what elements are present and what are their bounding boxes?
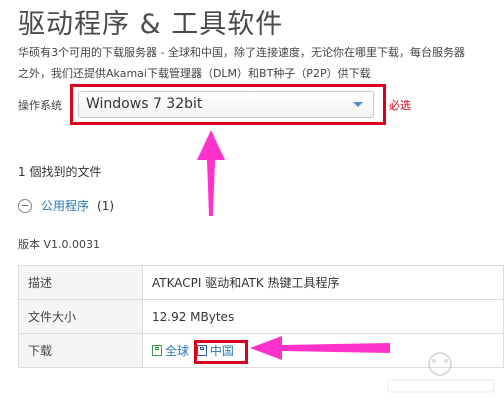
category-count: (1): [97, 198, 115, 213]
arrow-up-annotation: [197, 130, 225, 216]
os-label: 操作系统: [18, 99, 62, 112]
collapse-icon[interactable]: [18, 198, 32, 213]
china-download-highlight-box: [194, 340, 248, 364]
row-value-filesize: 12.92 MBytes: [142, 299, 504, 334]
page-title: 驱动程序 & 工具软件: [18, 9, 284, 40]
download-global-link[interactable]: 全球: [152, 342, 189, 359]
driver-download-page: 驱动程序 & 工具软件 华硕有3个可用的下载服务器 - 全球和中国，除了连接速度…: [0, 0, 504, 401]
table-row: 描述 ATKACPI 驱动和ATK 热键工具程序: [18, 265, 504, 300]
category-row: 公用程序 (1): [18, 197, 114, 214]
watermark-logo: [387, 352, 495, 393]
intro-text: 华硕有3个可用的下载服务器 - 全球和中国，除了连接速度，无论你在哪里下载，每台…: [18, 42, 504, 84]
row-key-description: 描述: [18, 265, 143, 300]
row-key-download: 下载: [18, 333, 143, 368]
intro-line-1: 华硕有3个可用的下载服务器 - 全球和中国，除了连接速度，无论你在哪里下载，每台…: [18, 46, 465, 59]
table-row: 文件大小 12.92 MBytes: [18, 299, 504, 334]
intro-line-2: 之外，我们还提供Akamai下载管理器（DLM）和BT种子（P2P）供下载: [18, 67, 371, 80]
save-icon: [152, 345, 162, 356]
row-value-description: ATKACPI 驱动和ATK 热键工具程序: [142, 265, 504, 300]
category-link[interactable]: 公用程序: [41, 197, 89, 214]
row-key-filesize: 文件大小: [18, 299, 143, 334]
file-version: 版本 V1.0.0031: [18, 238, 101, 251]
required-hint: 必选: [389, 99, 411, 112]
arrow-left-annotation: [250, 336, 390, 360]
os-select-value: Windows 7 32bit: [86, 96, 203, 112]
found-count: 1 個找到的文件: [18, 165, 102, 179]
download-global-label: 全球: [165, 344, 190, 358]
os-select-dropdown[interactable]: Windows 7 32bit: [78, 91, 374, 118]
chevron-down-icon: [353, 102, 363, 107]
